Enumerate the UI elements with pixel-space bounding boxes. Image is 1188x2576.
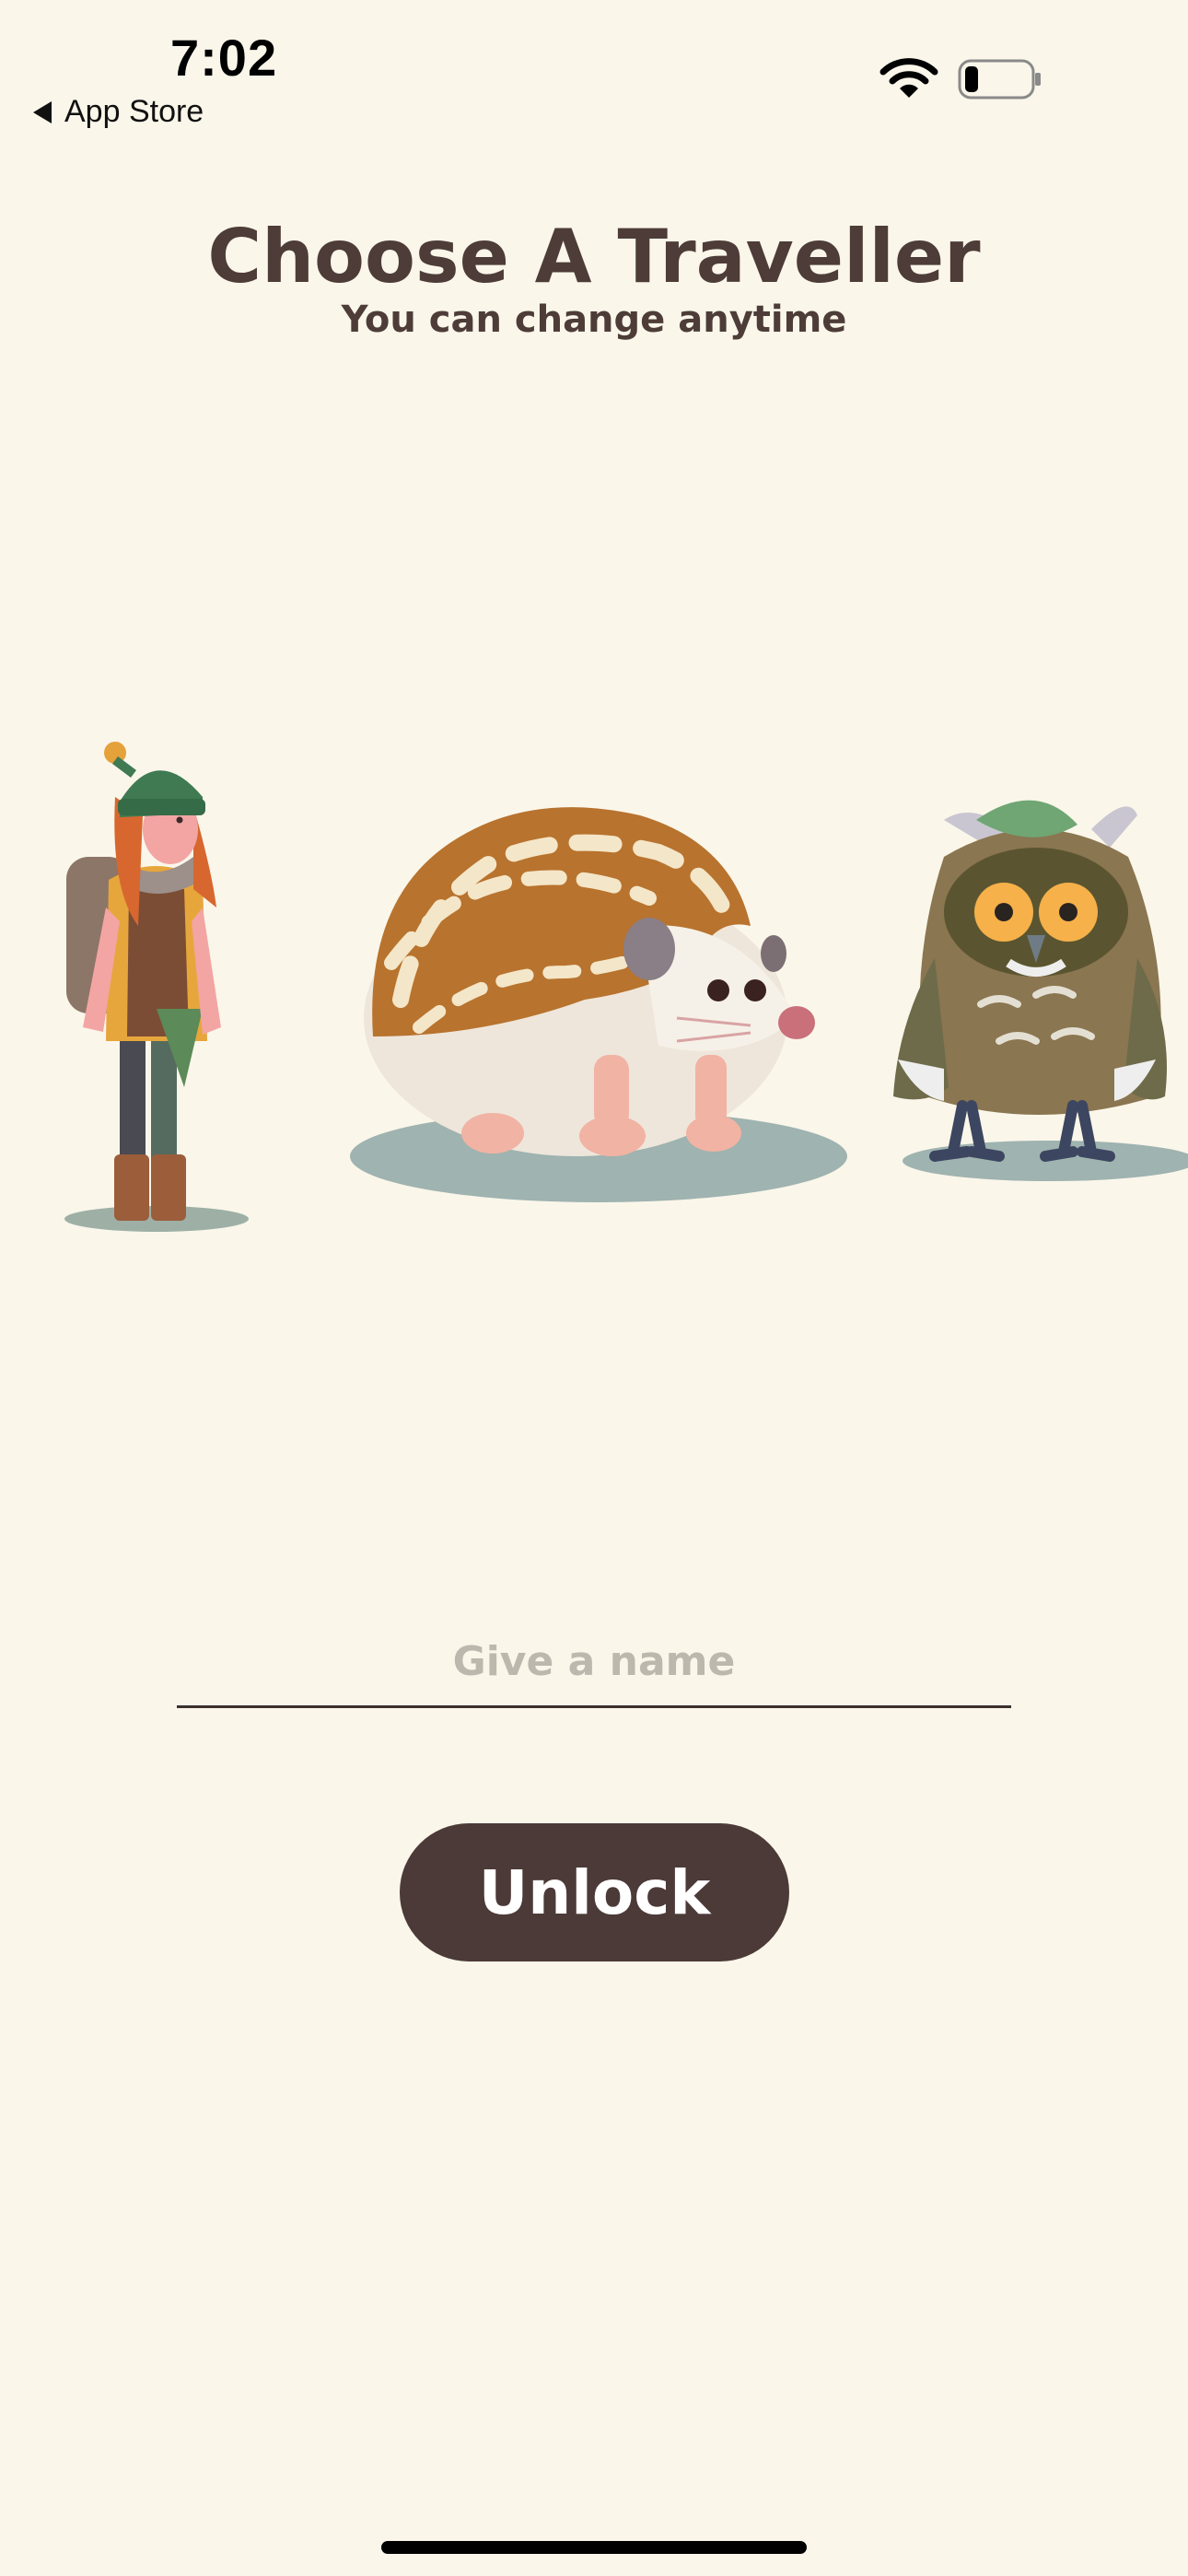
- name-input[interactable]: [177, 1617, 1011, 1708]
- home-indicator[interactable]: [381, 2541, 807, 2554]
- back-to-app-store-link[interactable]: App Store: [33, 94, 204, 130]
- unlock-button[interactable]: Unlock: [400, 1823, 789, 1961]
- page-title: Choose A Traveller: [207, 214, 981, 299]
- back-arrow-icon: [33, 100, 52, 123]
- back-link-label: App Store: [64, 94, 204, 129]
- status-time: 7:02: [170, 29, 278, 87]
- page-subtitle: You can change anytime: [341, 299, 847, 341]
- traveller-owl-illustration[interactable]: [879, 783, 1188, 1188]
- traveller-girl-illustration[interactable]: [55, 732, 258, 1239]
- choose-traveller-screen: 7:02 App Store Choose A Traveller You ca…: [0, 0, 1188, 2576]
- battery-low-icon: [958, 59, 1041, 100]
- traveller-hedgehog-illustration[interactable]: [345, 779, 861, 1212]
- wifi-icon: [879, 58, 938, 98]
